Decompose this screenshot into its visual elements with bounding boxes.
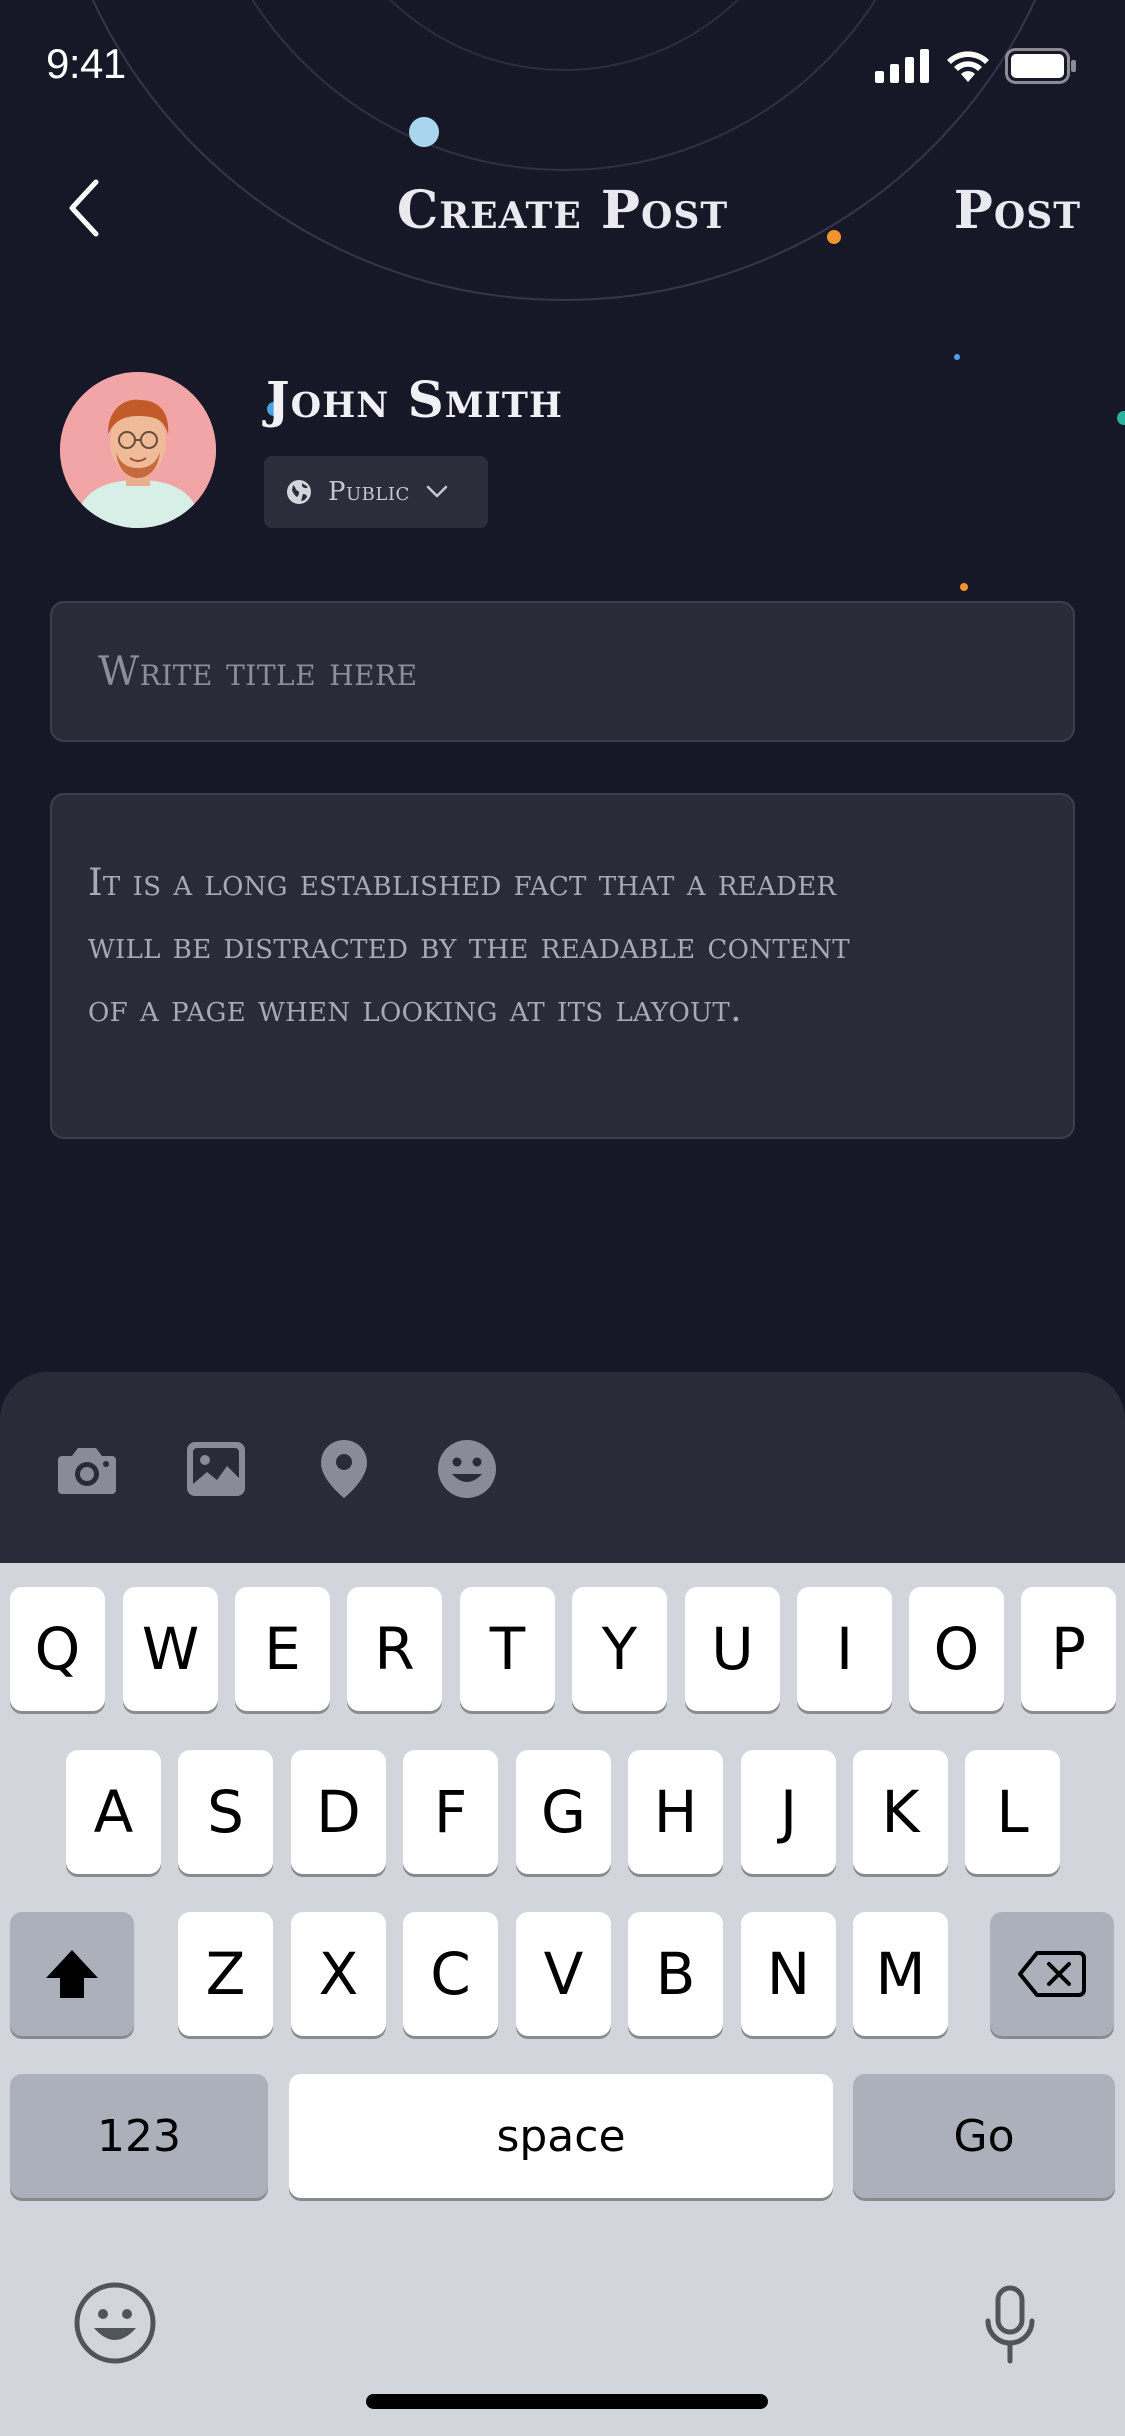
shift-key[interactable] — [10, 1912, 134, 2036]
microphone-icon[interactable] — [984, 2285, 1036, 2365]
body-textarea[interactable]: It is a long established fact that a rea… — [50, 793, 1075, 1139]
go-key[interactable]: Go — [853, 2074, 1115, 2198]
key-h[interactable]: H — [628, 1750, 723, 1874]
chevron-down-icon — [426, 485, 447, 498]
key-n[interactable]: N — [741, 1912, 836, 2036]
key-d[interactable]: D — [291, 1750, 386, 1874]
user-name: John Smith — [266, 370, 563, 429]
wifi-icon — [947, 51, 989, 82]
camera-icon[interactable] — [54, 1436, 120, 1502]
key-v[interactable]: V — [516, 1912, 611, 2036]
numbers-key[interactable]: 123 — [10, 2074, 268, 2198]
title-placeholder: Write title here — [98, 648, 418, 695]
key-z[interactable]: Z — [178, 1912, 273, 2036]
key-b[interactable]: B — [628, 1912, 723, 2036]
key-e[interactable]: E — [235, 1587, 330, 1711]
key-u[interactable]: U — [685, 1587, 780, 1711]
status-time: 9:41 — [46, 40, 126, 87]
body-text: It is a long established fact that a rea… — [88, 861, 850, 1030]
emoji-icon[interactable] — [434, 1436, 500, 1502]
globe-icon — [287, 480, 311, 504]
home-indicator — [366, 2394, 768, 2409]
attachment-toolbar — [0, 1372, 1125, 1572]
post-button[interactable]: Post — [954, 180, 1081, 241]
space-key[interactable]: space — [289, 2074, 833, 2198]
key-f[interactable]: F — [403, 1750, 498, 1874]
signal-icon — [875, 49, 929, 83]
delete-key[interactable] — [990, 1912, 1114, 2036]
location-icon[interactable] — [311, 1436, 377, 1502]
key-k[interactable]: K — [853, 1750, 948, 1874]
key-y[interactable]: Y — [572, 1587, 667, 1711]
key-j[interactable]: J — [741, 1750, 836, 1874]
key-w[interactable]: W — [123, 1587, 218, 1711]
privacy-select[interactable]: Public — [264, 456, 488, 528]
image-icon[interactable] — [183, 1436, 249, 1502]
key-o[interactable]: O — [909, 1587, 1004, 1711]
user-photo — [60, 372, 216, 528]
backspace-icon — [1018, 1951, 1086, 1997]
keyboard: Q W E R T Y U I O P A S D F G H J K L Z … — [0, 1563, 1125, 2436]
key-l[interactable]: L — [965, 1750, 1060, 1874]
key-p[interactable]: P — [1021, 1587, 1116, 1711]
key-m[interactable]: M — [853, 1912, 948, 2036]
key-q[interactable]: Q — [10, 1587, 105, 1711]
title-input[interactable]: Write title here — [50, 601, 1075, 742]
background-orbits — [91, 0, 1125, 591]
key-a[interactable]: A — [66, 1750, 161, 1874]
key-r[interactable]: R — [347, 1587, 442, 1711]
battery-icon — [1005, 48, 1076, 84]
create-post-screen: 9:41 Create Post Post John Smith Public … — [0, 0, 1125, 2436]
key-s[interactable]: S — [178, 1750, 273, 1874]
emoji-keyboard-icon[interactable] — [72, 2280, 158, 2366]
status-icons — [875, 48, 1077, 84]
key-c[interactable]: C — [403, 1912, 498, 2036]
shift-icon — [46, 1950, 98, 1998]
avatar — [60, 372, 216, 528]
key-g[interactable]: G — [516, 1750, 611, 1874]
privacy-label: Public — [328, 477, 410, 507]
key-t[interactable]: T — [460, 1587, 555, 1711]
key-i[interactable]: I — [797, 1587, 892, 1711]
key-x[interactable]: X — [291, 1912, 386, 2036]
